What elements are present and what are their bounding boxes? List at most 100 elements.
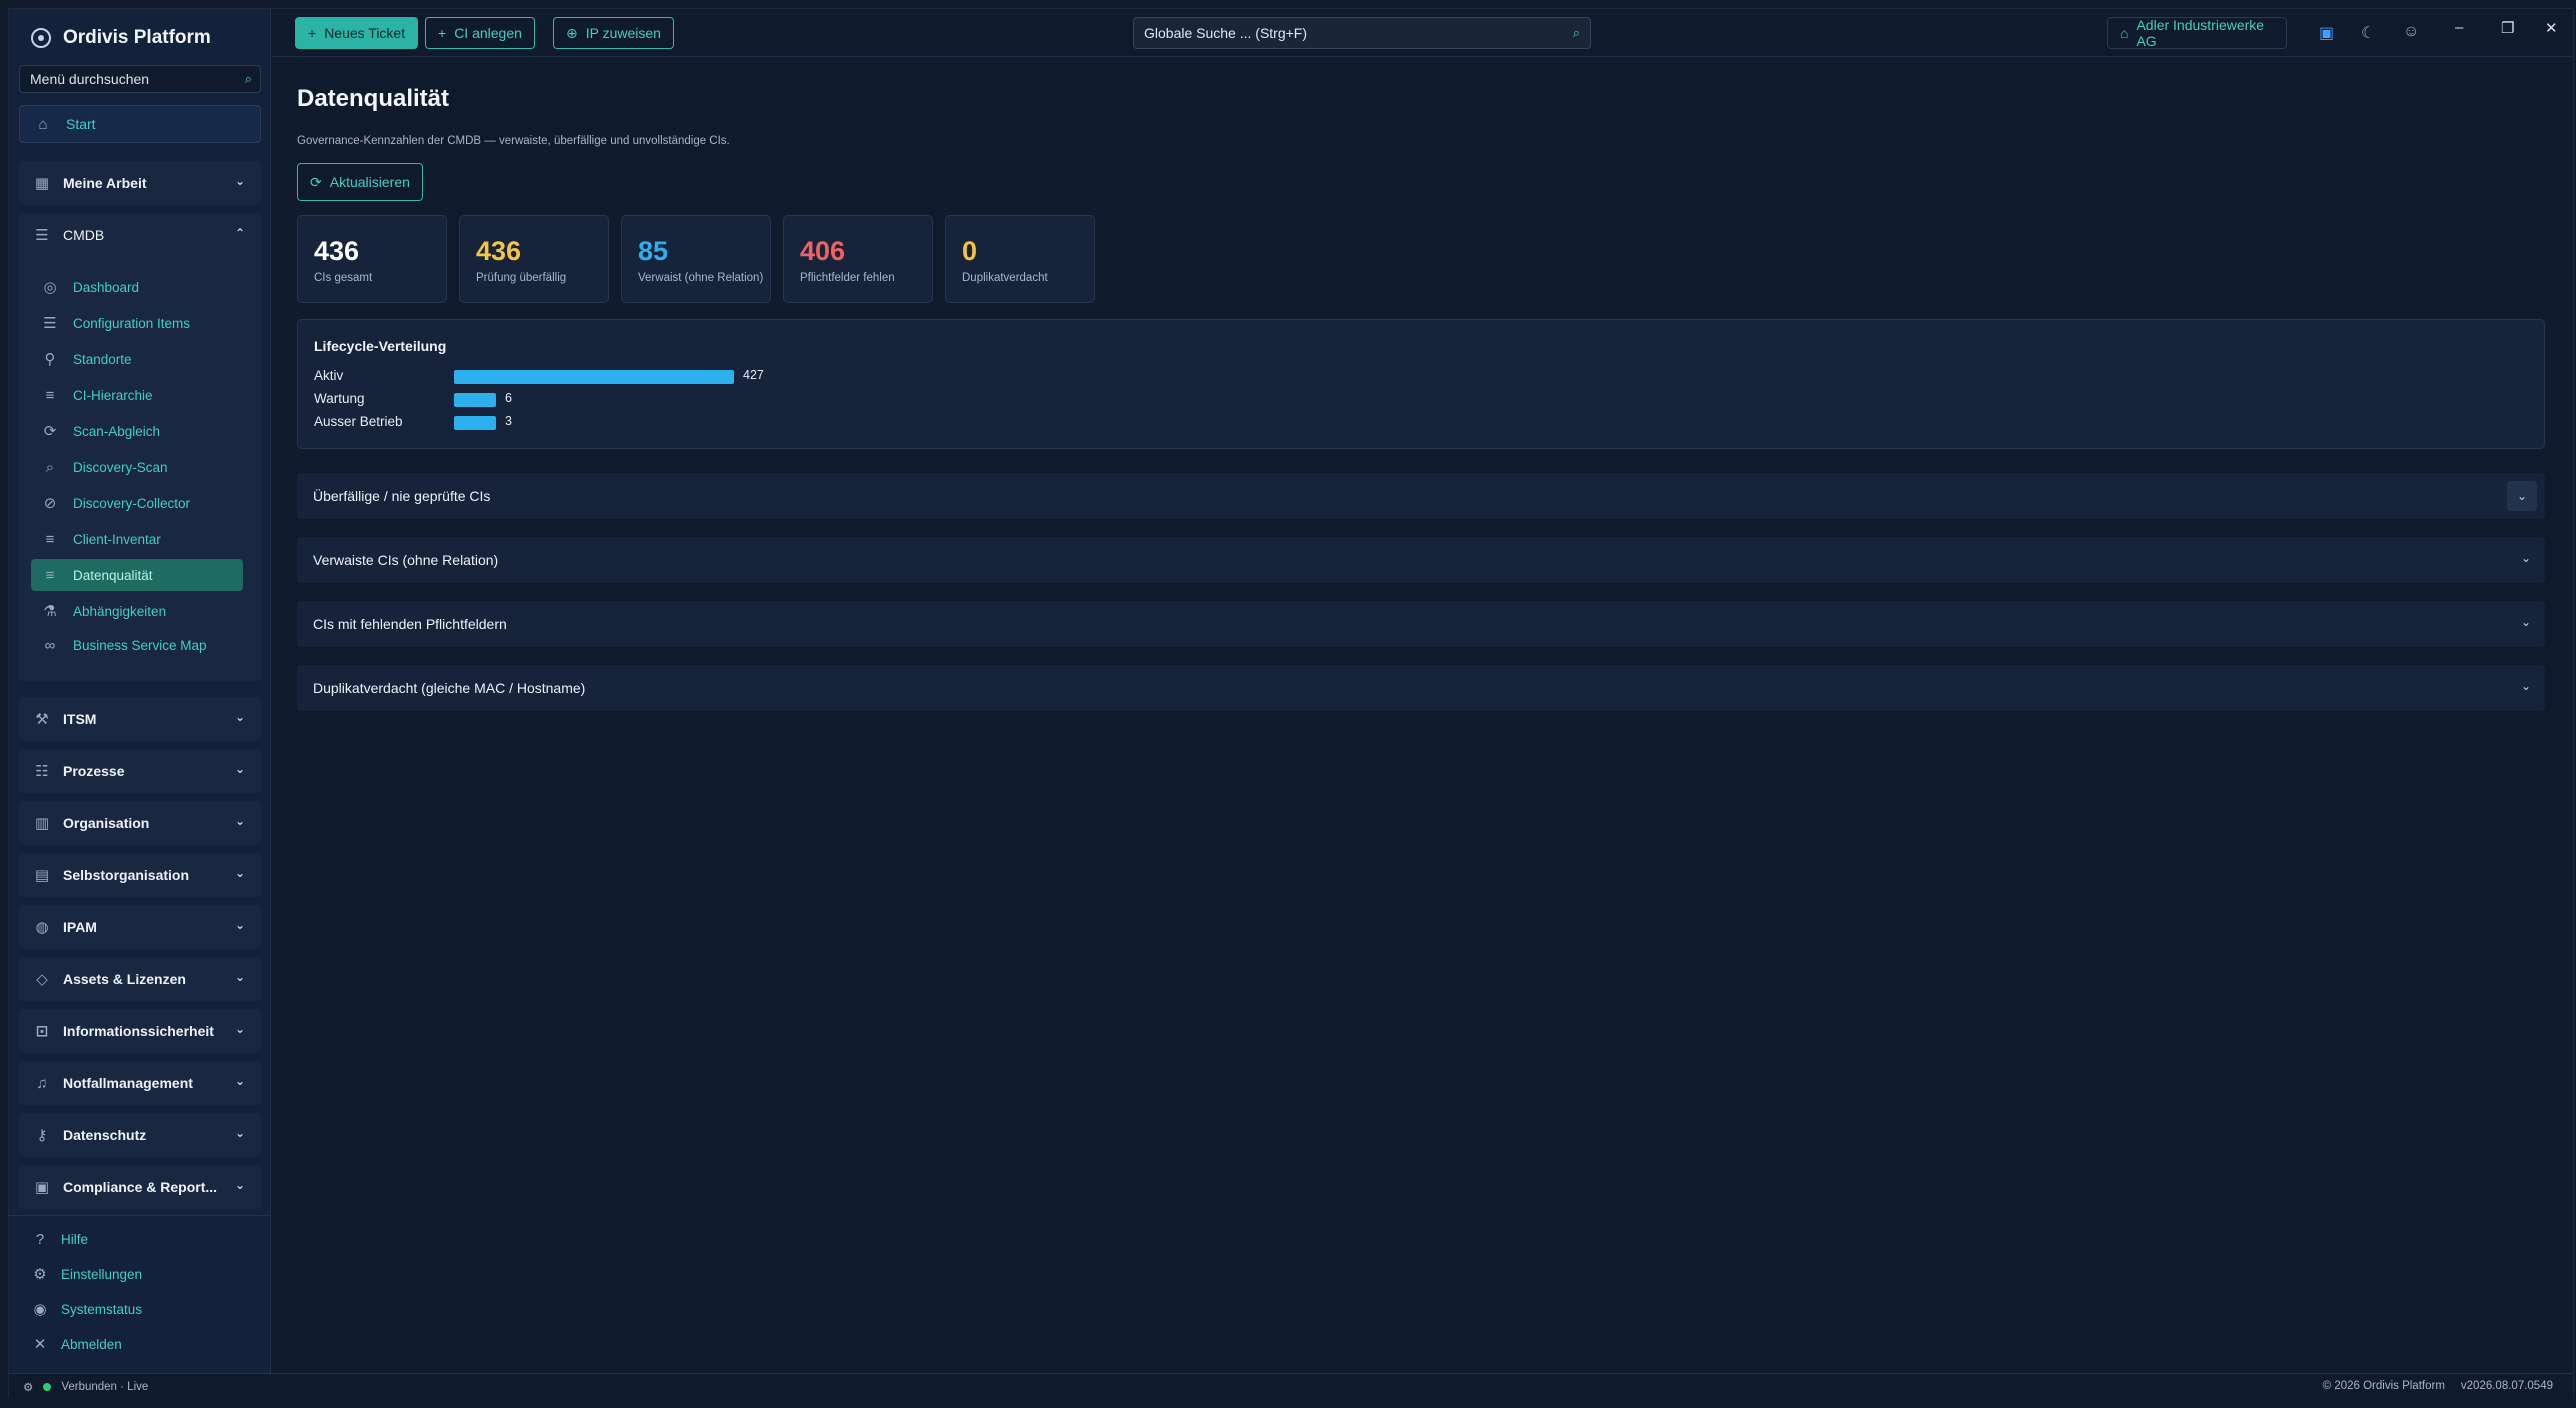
sidebar-group-label: Informationssicherheit: [63, 1023, 214, 1039]
sidebar-group-notfall[interactable]: ♫ Notfallmanagement ⌄: [19, 1061, 261, 1105]
sidebar-group-label: Notfallmanagement: [63, 1075, 193, 1091]
search-icon: ⌕: [1572, 25, 1580, 40]
sidebar-item-discovery-scan[interactable]: ⌕ Discovery-Scan: [31, 451, 243, 483]
logo-icon: [31, 28, 51, 48]
lifecycle-value: 427: [743, 368, 764, 382]
sidebar-group-ipam[interactable]: ◍ IPAM ⌄: [19, 905, 261, 949]
sidebar-item-business-service-map[interactable]: ∞ Business Service Map: [31, 629, 243, 661]
lifecycle-label: Wartung: [314, 391, 365, 406]
help-link[interactable]: ? Hilfe: [31, 1230, 88, 1248]
global-search-placeholder: Globale Suche ... (Strg+F): [1144, 25, 1308, 41]
new-ticket-button[interactable]: + Neues Ticket: [295, 17, 419, 49]
sidebar-item-label: Client-Inventar: [73, 531, 161, 547]
bell-icon: ♫: [36, 1074, 48, 1092]
check-circle-icon: ◉: [33, 1301, 47, 1318]
chevron-down-icon: ⌄: [234, 918, 245, 932]
section-overdue-cis[interactable]: Überfällige / nie geprüfte CIs ⌄: [297, 473, 2545, 519]
chevron-down-icon[interactable]: ⌄: [2521, 679, 2531, 693]
page-subtitle: Governance-Kennzahlen der CMDB — verwais…: [297, 135, 730, 147]
debug-icon[interactable]: ⚙: [23, 1380, 33, 1394]
chevron-down-icon: ⌄: [234, 710, 245, 724]
tag-icon: ◇: [36, 971, 48, 988]
sidebar-item-abhaengigkeiten[interactable]: ⚗ Abhängigkeiten: [31, 595, 243, 627]
kpi-card-missing-fields: 406 Pflichtfelder fehlen: [783, 215, 933, 303]
sidebar-group-organisation[interactable]: ▥ Organisation ⌄: [19, 801, 261, 845]
sidebar-group-itsm[interactable]: ⚒ ITSM ⌄: [19, 697, 261, 741]
lines-icon: ≡: [45, 566, 55, 584]
tenant-selector[interactable]: ⌂ Adler Industriewerke AG: [2107, 17, 2287, 49]
system-status-link[interactable]: ◉ Systemstatus: [31, 1300, 142, 1318]
chevron-down-icon[interactable]: ⌄: [2521, 551, 2531, 565]
page-title: Datenqualität: [297, 85, 450, 112]
sidebar-item-start[interactable]: ⌂ Start: [19, 105, 261, 143]
app-window: Ordivis Platform Menü durchsuchen ⌕ ⌂ St…: [8, 8, 2574, 1399]
chevron-down-icon: ⌄: [234, 970, 245, 984]
refresh-icon: ⟳: [310, 173, 322, 190]
moon-icon[interactable]: ☾: [2361, 23, 2375, 43]
tenant-label: Adler Industriewerke AG: [2136, 17, 2265, 49]
restore-icon[interactable]: ❐: [2501, 19, 2514, 37]
gear-icon: ⚙: [33, 1266, 47, 1283]
section-orphaned-cis[interactable]: Verwaiste CIs (ohne Relation) ⌄: [297, 537, 2545, 583]
sidebar-group-meine-arbeit[interactable]: ▦ Meine Arbeit ⌄: [19, 161, 261, 205]
sidebar-group-prozesse[interactable]: ☷ Prozesse ⌄: [19, 749, 261, 793]
logout-link[interactable]: ✕ Abmelden: [31, 1335, 122, 1353]
building-icon: ⌂: [2120, 25, 2129, 41]
kpi-card-orphaned: 85 Verwaist (ohne Relation): [621, 215, 771, 303]
sidebar-item-dashboard[interactable]: ◎ Dashboard: [31, 271, 243, 303]
wrench-icon: ⚒: [35, 711, 49, 728]
menu-search-input[interactable]: Menü durchsuchen ⌕: [19, 65, 261, 93]
sidebar-item-standorte[interactable]: ⚲ Standorte: [31, 343, 243, 375]
section-duplicates[interactable]: Duplikatverdacht (gleiche MAC / Hostname…: [297, 665, 2545, 711]
sidebar-item-discovery-collector[interactable]: ⊘ Discovery-Collector: [31, 487, 243, 519]
section-missing-fields[interactable]: CIs mit fehlenden Pflichtfeldern ⌄: [297, 601, 2545, 647]
refresh-button[interactable]: ⟳ Aktualisieren: [297, 163, 423, 201]
pin-icon: ⚲: [44, 351, 56, 368]
sidebar-group-datenschutz[interactable]: ⚷ Datenschutz ⌄: [19, 1113, 261, 1157]
settings-link[interactable]: ⚙ Einstellungen: [31, 1265, 142, 1283]
global-search-input[interactable]: Globale Suche ... (Strg+F) ⌕: [1133, 17, 1591, 49]
chevron-down-icon[interactable]: ⌄: [2521, 615, 2531, 629]
kpi-card-review-overdue: 436 Prüfung überfällig: [459, 215, 609, 303]
sidebar-group-assets[interactable]: ◇ Assets & Lizenzen ⌄: [19, 957, 261, 1001]
ci-create-button[interactable]: + CI anlegen: [425, 17, 535, 49]
logout-label: Abmelden: [61, 1336, 122, 1352]
chevron-down-icon: ⌄: [234, 174, 245, 188]
lifecycle-row: Ausser Betrieb 3: [314, 412, 914, 432]
window-close-icon[interactable]: ✕: [2545, 19, 2558, 37]
lifecycle-bar: [454, 393, 496, 407]
minimize-icon[interactable]: –: [2455, 19, 2463, 36]
sidebar-group-infosec[interactable]: ⊡ Informationssicherheit ⌄: [19, 1009, 261, 1053]
list-icon: ☰: [35, 227, 49, 244]
kpi-value: 436: [314, 236, 360, 266]
sidebar-item-client-inventar[interactable]: ≡ Client-Inventar: [31, 523, 243, 555]
sidebar-group-label: Datenschutz: [63, 1127, 147, 1143]
chevron-down-icon: ⌄: [234, 1178, 245, 1192]
user-icon[interactable]: ☺: [2403, 23, 2419, 41]
sidebar-item-configuration-items[interactable]: ☰ Configuration Items: [31, 307, 243, 339]
version: v2026.08.07.0549: [2460, 1380, 2553, 1392]
section-title: CIs mit fehlenden Pflichtfeldern: [313, 616, 507, 632]
sidebar-group-label: Prozesse: [63, 763, 125, 779]
sidebar-group-label: Selbstorganisation: [63, 867, 190, 883]
lifecycle-label: Aktiv: [314, 368, 344, 383]
sidebar-item-label: CI-Hierarchie: [73, 387, 153, 403]
notifications-icon[interactable]: ▣: [2319, 23, 2334, 43]
report-icon: ▣: [34, 1179, 50, 1196]
section-title: Überfällige / nie geprüfte CIs: [313, 488, 491, 504]
chevron-down-icon[interactable]: ⌄: [2507, 481, 2537, 511]
brand[interactable]: Ordivis Platform: [31, 23, 211, 53]
sidebar-group-compliance[interactable]: ▣ Compliance & Report... ⌄: [19, 1165, 261, 1209]
chevron-up-icon: ⌃: [234, 226, 245, 240]
sidebar-group-selbstorganisation[interactable]: ▤ Selbstorganisation ⌄: [19, 853, 261, 897]
ip-assign-button[interactable]: ⊕ IP zuweisen: [553, 17, 674, 49]
sidebar-group-label: CMDB: [63, 227, 105, 243]
ip-assign-label: IP zuweisen: [585, 25, 661, 41]
plus-icon: +: [438, 25, 447, 41]
sidebar-item-scan-abgleich[interactable]: ⟳ Scan-Abgleich: [31, 415, 243, 447]
list-icon: ☰: [43, 315, 57, 332]
plus-icon: +: [308, 25, 317, 41]
building-icon: ▥: [34, 815, 50, 832]
sidebar-item-ci-hierarchie[interactable]: ≡ CI-Hierarchie: [31, 379, 243, 411]
sidebar-item-datenqualitaet[interactable]: ≡ Datenqualität: [31, 559, 243, 591]
